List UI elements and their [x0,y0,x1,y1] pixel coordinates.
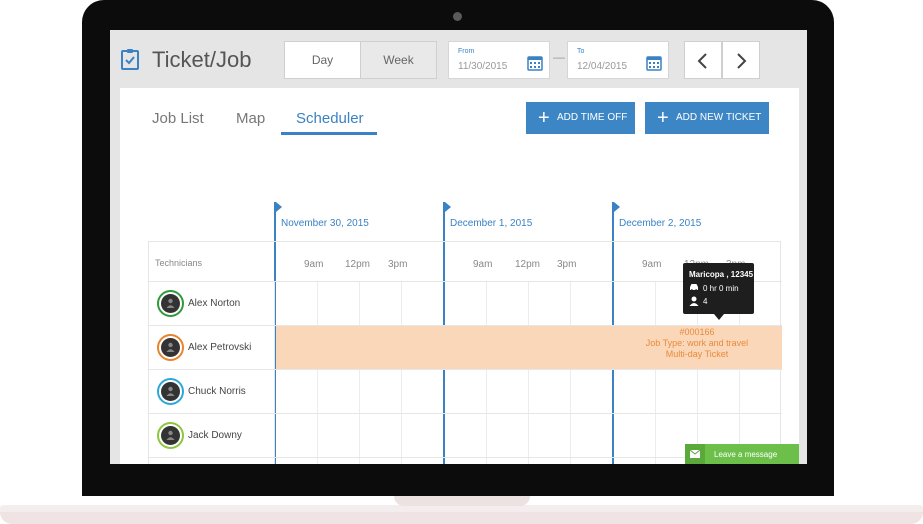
user-icon [166,430,175,440]
user-icon [689,296,699,306]
chevron-left-icon [697,53,707,69]
time-label: 3pm [557,259,577,270]
plus-icon: + [657,107,669,129]
app-screen: Ticket/Job Day Week From 11/30/2015 — To… [110,30,807,464]
technician-cell: Alex Norton [149,282,275,325]
week-view-button[interactable]: Week [360,41,437,79]
add-time-off-label: ADD TIME OFF [557,112,628,123]
tooltip-duration: 0 hr 0 min [703,284,739,293]
technicians-column-header: Technicians [155,258,203,268]
ticket-note: Multi-day Ticket [665,349,729,359]
calendar-icon[interactable] [646,55,662,71]
page-title: Ticket/Job [152,47,252,72]
from-date-field[interactable]: From 11/30/2015 [448,41,550,79]
chevron-right-icon [737,53,747,69]
user-icon [166,298,175,308]
date-marker-flag [276,202,282,212]
tooltip-count: 4 [703,297,708,306]
date-header: December 1, 2015 [450,218,533,229]
technician-cell [149,458,275,464]
date-marker-flag [445,202,451,212]
time-label: 9am [473,259,493,270]
time-label: 12pm [345,259,371,270]
ticket-job-type: Job Type: work and travel [645,338,749,348]
avatar [157,422,184,449]
ticket-tooltip: Maricopa , 12345 0 hr 0 min 4 [683,263,754,320]
tab-map[interactable]: Map [236,110,265,127]
leave-message-label: Leave a message [714,450,778,459]
car-icon [690,284,698,292]
from-date-label: From [458,48,475,55]
tooltip-location: Maricopa , 12345 [689,270,754,279]
date-header: November 30, 2015 [281,218,369,229]
technician-row[interactable]: Chuck Norris [149,370,782,414]
active-tab-indicator [281,132,377,135]
camera-dot [453,12,462,21]
tab-job-list[interactable]: Job List [152,110,204,127]
to-date-value: 12/04/2015 [577,61,628,72]
clipboard-check-icon [121,49,139,70]
previous-button[interactable] [684,41,722,79]
mail-icon [685,444,705,464]
technician-cell: Alex Petrovski [149,326,275,369]
ticket-label[interactable]: #000166 Job Type: work and travel Multi-… [637,327,757,360]
add-new-ticket-label: ADD NEW TICKET [676,112,762,123]
time-label: 9am [304,259,324,270]
avatar [157,334,184,361]
calendar-icon[interactable] [527,55,543,71]
to-date-label: To [577,48,585,55]
from-date-value: 11/30/2015 [458,61,508,72]
technician-name: Jack Downy [188,430,242,441]
ticket-number: #000166 [679,327,715,337]
to-date-field[interactable]: To 12/04/2015 [567,41,669,79]
avatar [157,290,184,317]
time-label: 12pm [515,259,541,270]
technician-name: Chuck Norris [188,386,246,397]
plus-icon: + [538,107,550,129]
time-label: 3pm [388,259,408,270]
technician-cell: Chuck Norris [149,370,275,413]
date-header: December 2, 2015 [619,218,702,229]
date-separator: — [553,50,565,64]
next-button[interactable] [722,41,760,79]
avatar [157,378,184,405]
day-view-button[interactable]: Day [284,41,361,79]
laptop-base-bottom [0,512,923,524]
date-marker-flag [614,202,620,212]
leave-message-button[interactable]: Leave a message [685,444,799,464]
technician-name: Alex Petrovski [188,342,252,353]
technician-cell: Jack Downy [149,414,275,457]
technician-name: Alex Norton [188,298,241,309]
top-bar: Ticket/Job Day Week From 11/30/2015 — To… [110,30,807,88]
add-time-off-button[interactable]: + ADD TIME OFF [526,102,635,134]
user-icon [166,342,175,352]
add-new-ticket-button[interactable]: + ADD NEW TICKET [645,102,769,134]
user-icon [166,386,175,396]
tab-scheduler[interactable]: Scheduler [296,110,364,127]
time-label: 9am [642,259,662,270]
